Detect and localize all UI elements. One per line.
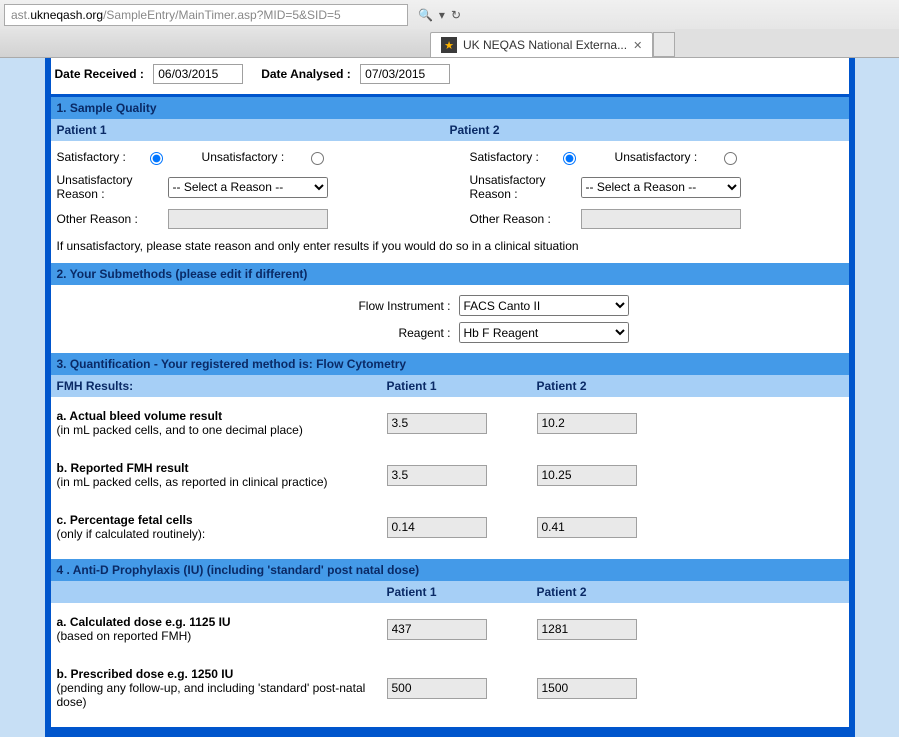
page-frame: Date Received : Date Analysed : 1. Sampl…	[0, 58, 899, 737]
p1-reason-select[interactable]: -- Select a Reason --	[168, 177, 328, 198]
fmh-row: c. Percentage fetal cells(only if calcul…	[57, 513, 843, 541]
fmh-p1-input[interactable]	[387, 413, 487, 434]
antid-header-p1: Patient 1	[387, 585, 537, 599]
flow-instrument-select[interactable]: FACS Canto II	[459, 295, 629, 316]
date-analysed-input[interactable]	[360, 64, 450, 84]
antid-label: b. Prescribed dose e.g. 1250 IU(pending …	[57, 667, 387, 709]
fmh-p1-input[interactable]	[387, 517, 487, 538]
tab-title: UK NEQAS National Externa...	[463, 38, 627, 52]
p1-unsatisfactory-label: Unsatisfactory :	[202, 150, 285, 164]
antid-p2-input[interactable]	[537, 619, 637, 640]
p2-other-input[interactable]	[581, 209, 741, 229]
fmh-label: b. Reported FMH result(in mL packed cell…	[57, 461, 387, 489]
address-bar: ast.ukneqash.org/SampleEntry/MainTimer.a…	[0, 0, 899, 29]
p1-satisfactory-radio[interactable]	[150, 152, 163, 165]
reagent-select[interactable]: Hb F Reagent	[459, 322, 629, 343]
fmh-header-p1: Patient 1	[387, 379, 537, 393]
fmh-header-p2: Patient 2	[537, 379, 687, 393]
antid-table: Patient 1 Patient 2 a. Calculated dose e…	[51, 581, 849, 727]
antid-header-left	[57, 585, 387, 599]
tab-strip: ★ UK NEQAS National Externa... ✕	[0, 29, 899, 57]
antid-header-p2: Patient 2	[537, 585, 687, 599]
p2-satisfactory-radio[interactable]	[563, 152, 576, 165]
p1-satisfactory-label: Satisfactory :	[57, 150, 126, 164]
fmh-p1-input[interactable]	[387, 465, 487, 486]
fmh-results-table: FMH Results: Patient 1 Patient 2 a. Actu…	[51, 375, 849, 559]
section2-header: 2. Your Submethods (please edit if diffe…	[51, 263, 849, 285]
reagent-label: Reagent :	[271, 326, 451, 340]
url-domain: ukneqash.org	[30, 8, 103, 22]
section4-header: 4 . Anti-D Prophylaxis (IU) (including '…	[51, 559, 849, 581]
form-container: Date Received : Date Analysed : 1. Sampl…	[45, 58, 855, 737]
fmh-p2-input[interactable]	[537, 413, 637, 434]
p2-reason-label: Unsatisfactory Reason :	[470, 173, 575, 201]
p1-other-input[interactable]	[168, 209, 328, 229]
p2-unsatisfactory-radio[interactable]	[724, 152, 737, 165]
antid-p2-input[interactable]	[537, 678, 637, 699]
p2-unsatisfactory-label: Unsatisfactory :	[615, 150, 698, 164]
url-input[interactable]: ast.ukneqash.org/SampleEntry/MainTimer.a…	[4, 4, 408, 26]
fmh-label: c. Percentage fetal cells(only if calcul…	[57, 513, 387, 541]
section3-header: 3. Quantification - Your registered meth…	[51, 353, 849, 375]
new-tab-button[interactable]	[653, 32, 675, 57]
fmh-row: a. Actual bleed volume result(in mL pack…	[57, 409, 843, 437]
antid-p1-input[interactable]	[387, 619, 487, 640]
p1-reason-label: Unsatisfactory Reason :	[57, 173, 162, 201]
quality-note: If unsatisfactory, please state reason a…	[51, 239, 849, 263]
p2-satisfactory-label: Satisfactory :	[470, 150, 539, 164]
url-path: /SampleEntry/MainTimer.asp?MID=5&SID=5	[103, 8, 341, 22]
sample-quality-grid: Satisfactory : Unsatisfactory : Unsatisf…	[51, 141, 849, 239]
antid-label: a. Calculated dose e.g. 1125 IU(based on…	[57, 615, 387, 643]
fmh-p2-input[interactable]	[537, 517, 637, 538]
antid-row: a. Calculated dose e.g. 1125 IU(based on…	[57, 615, 843, 643]
p2-reason-select[interactable]: -- Select a Reason --	[581, 177, 741, 198]
separator: ▾	[439, 8, 445, 22]
date-received-input[interactable]	[153, 64, 243, 84]
dates-row: Date Received : Date Analysed :	[51, 58, 849, 94]
fmh-row: b. Reported FMH result(in mL packed cell…	[57, 461, 843, 489]
patient2-label: Patient 2	[450, 123, 843, 137]
p2-other-label: Other Reason :	[470, 212, 575, 226]
antid-p1-input[interactable]	[387, 678, 487, 699]
date-received-label: Date Received :	[55, 67, 144, 81]
fmh-label: a. Actual bleed volume result(in mL pack…	[57, 409, 387, 437]
refresh-icon[interactable]: ↻	[451, 8, 461, 22]
antid-row: b. Prescribed dose e.g. 1250 IU(pending …	[57, 667, 843, 709]
p1-unsatisfactory-radio[interactable]	[311, 152, 324, 165]
section1-patient-header: Patient 1 Patient 2	[51, 119, 849, 141]
fmh-p2-input[interactable]	[537, 465, 637, 486]
section1-header: 1. Sample Quality	[51, 97, 849, 119]
browser-tab-active[interactable]: ★ UK NEQAS National Externa... ✕	[430, 32, 653, 57]
tab-spacer-left	[0, 29, 427, 57]
search-icon[interactable]: 🔍	[418, 8, 433, 22]
favicon-star-icon: ★	[441, 37, 457, 53]
fmh-header-left: FMH Results:	[57, 379, 387, 393]
p1-other-label: Other Reason :	[57, 212, 162, 226]
flow-label: Flow Instrument :	[271, 299, 451, 313]
patient1-label: Patient 1	[57, 123, 450, 137]
date-analysed-label: Date Analysed :	[261, 67, 351, 81]
url-prefix: ast.	[11, 8, 30, 22]
tab-close-icon[interactable]: ✕	[633, 39, 642, 52]
browser-chrome: ast.ukneqash.org/SampleEntry/MainTimer.a…	[0, 0, 899, 58]
